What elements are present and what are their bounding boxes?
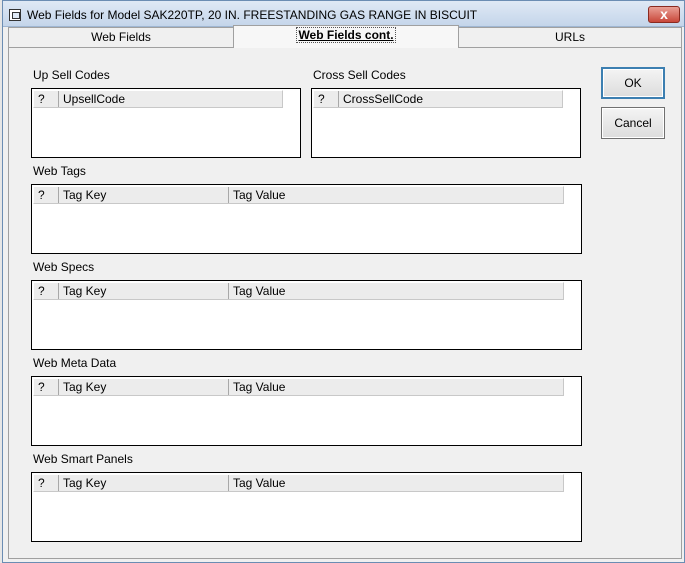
tab-web-fields-cont[interactable]: Web Fields cont.	[233, 25, 459, 48]
tab-panel: Up Sell Codes ? UpsellCode Cross Sell Co…	[8, 47, 682, 559]
grid-col-crosssellcode[interactable]: CrossSellCode	[339, 91, 562, 107]
tab-urls[interactable]: URLs	[458, 27, 682, 47]
web-smart-panels-grid[interactable]: ? Tag Key Tag Value	[31, 472, 582, 542]
web-smart-panels-label: Web Smart Panels	[33, 452, 133, 466]
tab-label: URLs	[554, 30, 585, 44]
grid-header: ? UpsellCode	[33, 90, 283, 108]
grid-header: ? Tag Key Tag Value	[33, 282, 564, 300]
tab-label: Web Fields	[91, 30, 151, 44]
window-title: Web Fields for Model SAK220TP, 20 IN. FR…	[27, 8, 478, 22]
grid-col-tag-key[interactable]: Tag Key	[59, 283, 229, 299]
grid-col-tag-value[interactable]: Tag Value	[229, 187, 563, 203]
grid-col-flag[interactable]: ?	[34, 91, 59, 107]
web-specs-label: Web Specs	[33, 260, 95, 274]
grid-col-flag[interactable]: ?	[34, 187, 59, 203]
grid-col-flag[interactable]: ?	[314, 91, 339, 107]
grid-col-tag-key[interactable]: Tag Key	[59, 475, 229, 491]
grid-col-tag-value[interactable]: Tag Value	[229, 475, 563, 491]
grid-col-upsellcode[interactable]: UpsellCode	[59, 91, 282, 107]
grid-col-flag[interactable]: ?	[34, 475, 59, 491]
title-bar[interactable]: Web Fields for Model SAK220TP, 20 IN. FR…	[3, 1, 684, 27]
ok-button[interactable]: OK	[601, 67, 665, 99]
cross-sell-codes-grid[interactable]: ? CrossSellCode	[311, 88, 581, 158]
upsell-codes-grid[interactable]: ? UpsellCode	[31, 88, 301, 158]
web-meta-data-label: Web Meta Data	[33, 356, 117, 370]
grid-col-flag[interactable]: ?	[34, 283, 59, 299]
dialog-window: Web Fields for Model SAK220TP, 20 IN. FR…	[2, 0, 685, 563]
grid-col-tag-key[interactable]: Tag Key	[59, 379, 229, 395]
close-button[interactable]: x	[648, 6, 680, 23]
grid-header: ? Tag Key Tag Value	[33, 186, 564, 204]
cross-sell-codes-label: Cross Sell Codes	[313, 68, 406, 82]
grid-col-tag-value[interactable]: Tag Value	[229, 283, 563, 299]
web-tags-grid[interactable]: ? Tag Key Tag Value	[31, 184, 582, 254]
upsell-codes-label: Up Sell Codes	[33, 68, 110, 82]
web-meta-data-grid[interactable]: ? Tag Key Tag Value	[31, 376, 582, 446]
window-app-icon[interactable]	[9, 9, 21, 21]
grid-col-flag[interactable]: ?	[34, 379, 59, 395]
cancel-button[interactable]: Cancel	[601, 107, 665, 139]
tab-web-fields[interactable]: Web Fields	[8, 27, 234, 47]
grid-col-tag-key[interactable]: Tag Key	[59, 187, 229, 203]
grid-header: ? Tag Key Tag Value	[33, 378, 564, 396]
grid-header: ? Tag Key Tag Value	[33, 474, 564, 492]
grid-header: ? CrossSellCode	[313, 90, 563, 108]
web-tags-label: Web Tags	[33, 164, 86, 178]
grid-col-tag-value[interactable]: Tag Value	[229, 379, 563, 395]
web-specs-grid[interactable]: ? Tag Key Tag Value	[31, 280, 582, 350]
tab-label: Web Fields cont.	[296, 27, 396, 43]
